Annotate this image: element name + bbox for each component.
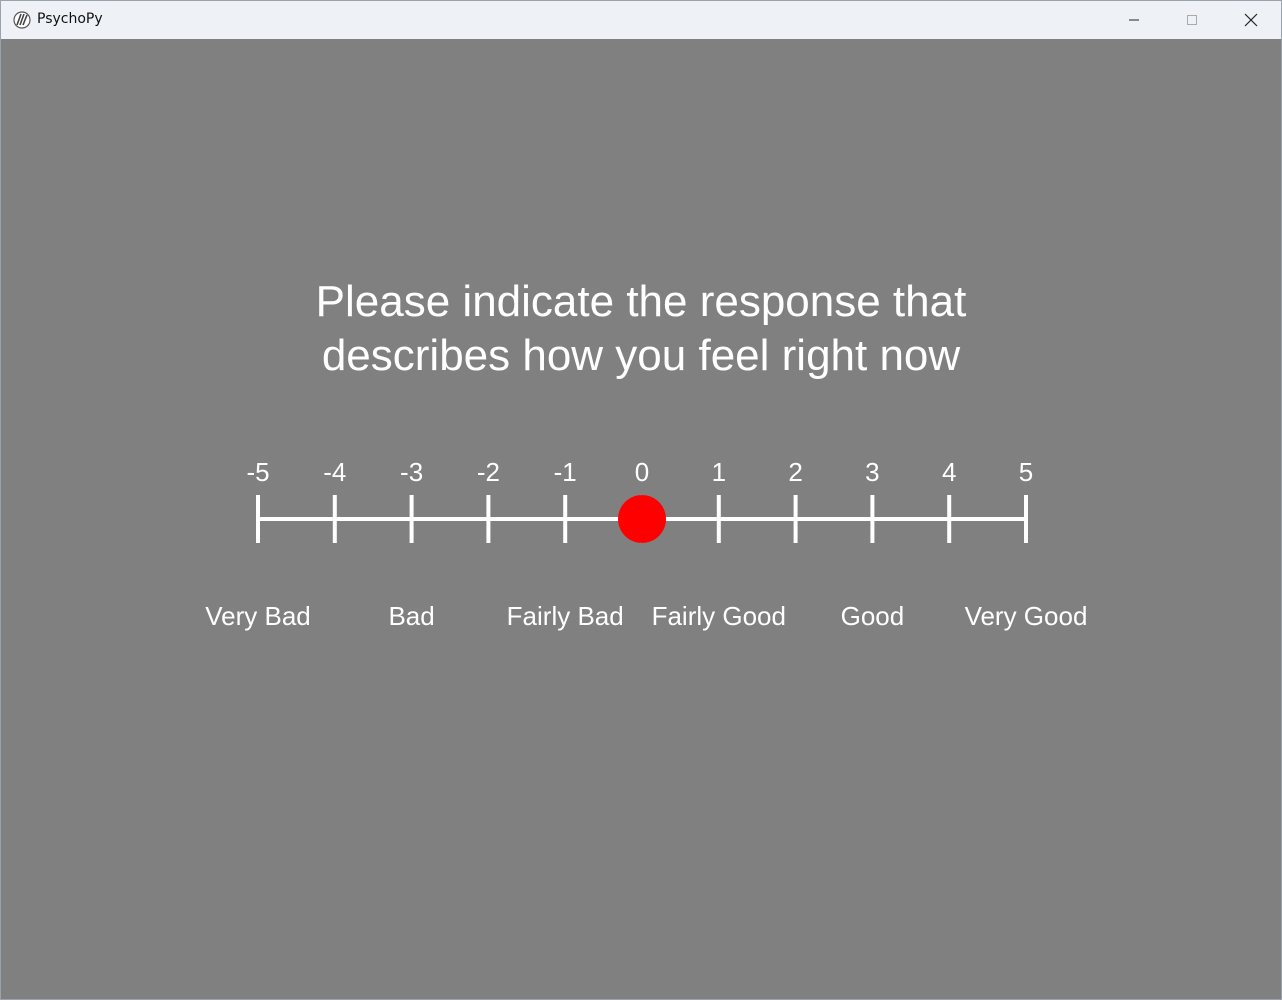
- minimize-button[interactable]: [1105, 1, 1163, 39]
- minimize-icon: [1129, 19, 1139, 21]
- close-icon: [1244, 13, 1258, 27]
- scale-tick-label: -3: [400, 457, 423, 487]
- scale-tick-label: 3: [865, 457, 879, 487]
- scale-tick-label: 0: [635, 457, 649, 487]
- scale-tick-label: 2: [788, 457, 802, 487]
- title-bar[interactable]: PsychoPy: [1, 1, 1281, 39]
- scale-anchor-label: Very Good: [965, 601, 1088, 631]
- scale-anchor-label: Bad: [388, 601, 434, 631]
- scale-tick-label: 5: [1019, 457, 1033, 487]
- scale-anchor-label: Fairly Good: [652, 601, 786, 631]
- close-button[interactable]: [1222, 1, 1280, 39]
- maximize-button[interactable]: [1163, 1, 1221, 39]
- scale-tick-label: 1: [712, 457, 726, 487]
- psychopy-window: PsychoPy Please indicate the response th…: [0, 0, 1282, 1000]
- scale-anchor-label: Good: [841, 601, 905, 631]
- scale-tick-label: 4: [942, 457, 956, 487]
- scale-tick-label: -4: [323, 457, 346, 487]
- scale-tick-label: -1: [554, 457, 577, 487]
- experiment-canvas: Please indicate the response that descri…: [1, 39, 1281, 999]
- psychopy-logo-icon: [13, 11, 31, 29]
- scale-tick-label: -2: [477, 457, 500, 487]
- scale-marker[interactable]: [618, 495, 666, 543]
- scale-anchor-label: Fairly Bad: [507, 601, 624, 631]
- scale-tick-label: -5: [246, 457, 269, 487]
- window-title: PsychoPy: [37, 11, 103, 27]
- maximize-icon: [1187, 15, 1197, 25]
- scale-anchor-label: Very Bad: [205, 601, 311, 631]
- rating-scale[interactable]: -5 -4 -3 -2 -1 0 1 2 3 4 5 Very Bad Bad Fairly Bad Fai…: [1, 39, 1281, 999]
